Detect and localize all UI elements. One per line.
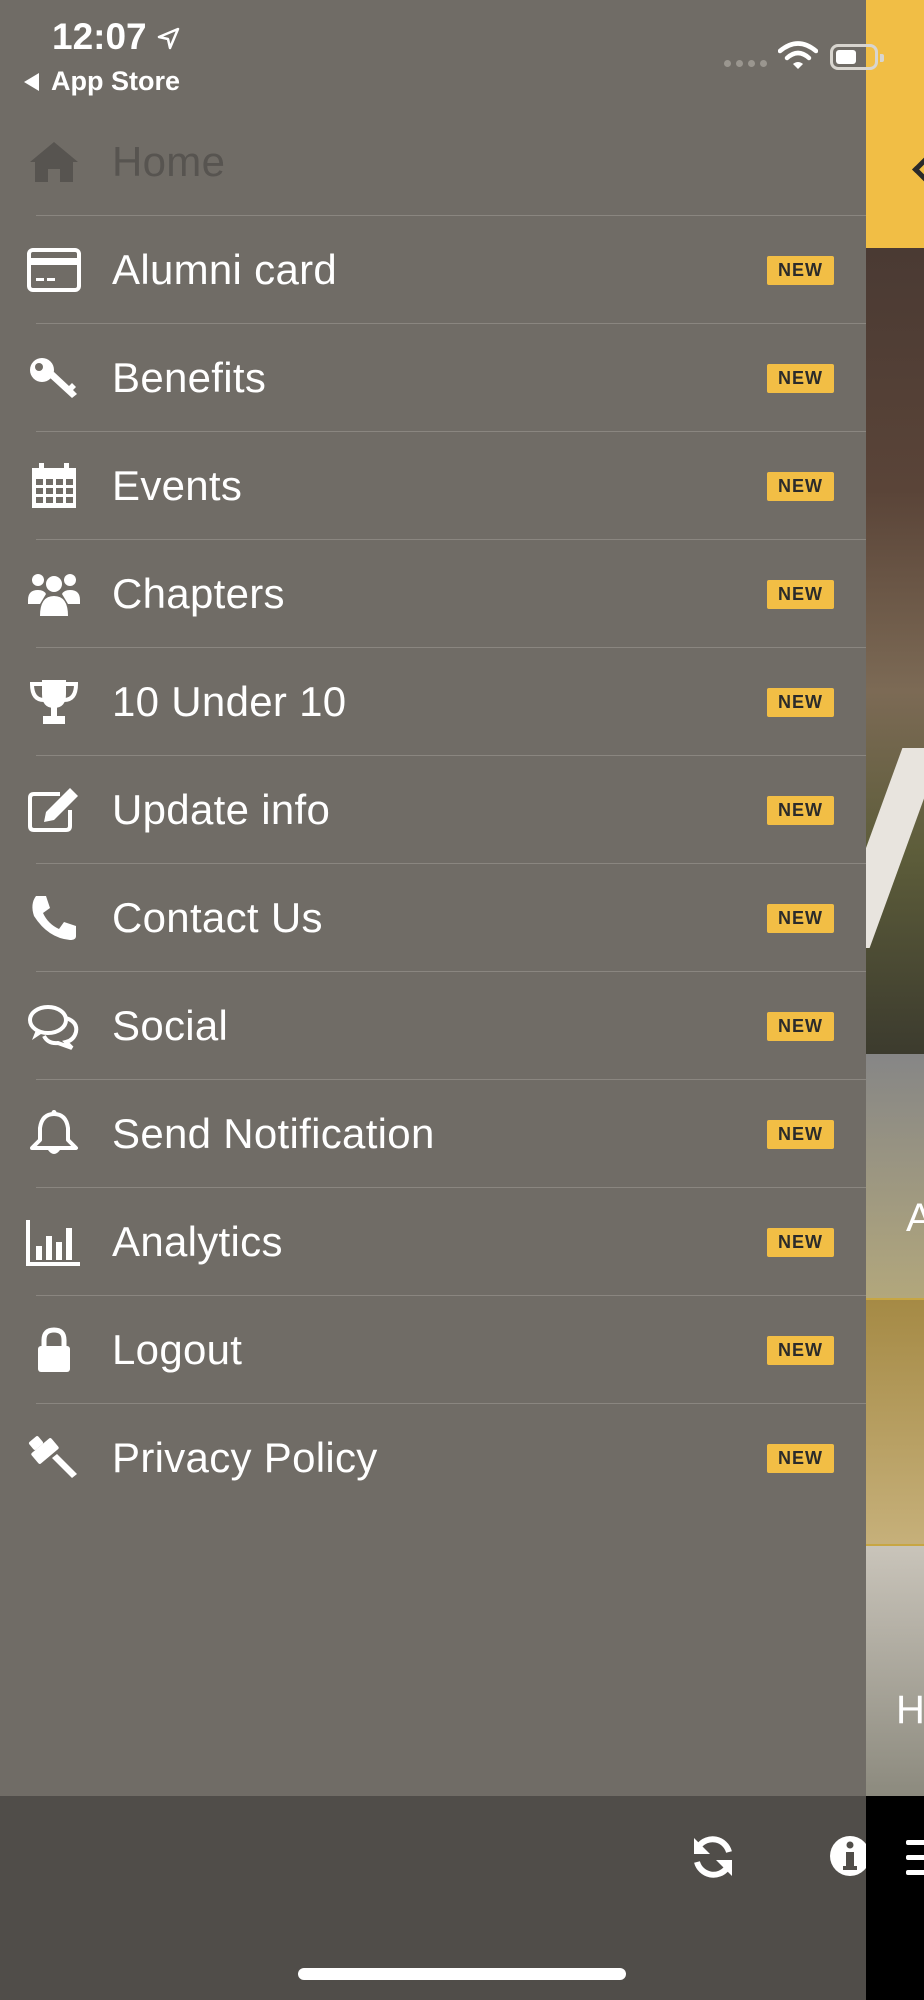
new-badge: NEW [767,1228,834,1257]
bell-icon [24,1110,84,1158]
menu-item-label: Alumni card [112,246,338,293]
new-badge: NEW [767,364,834,393]
menu-item-label: 10 Under 10 [112,678,347,725]
users-icon [24,570,84,618]
hamburger-menu-icon[interactable] [906,1840,924,1876]
gavel-icon [24,1434,84,1482]
menu-item-label: Home [112,138,226,185]
trophy-icon [24,678,84,726]
home-indicator[interactable] [298,1968,626,1980]
menu-item-label: Privacy Policy [112,1434,378,1481]
new-badge: NEW [767,256,834,285]
menu-item-benefits[interactable]: Benefits NEW [0,324,866,432]
menu-item-label: Contact Us [112,894,323,941]
home-icon [24,138,84,186]
new-badge: NEW [767,1120,834,1149]
new-badge: NEW [767,580,834,609]
tile-letter: H [896,1688,924,1732]
back-app-label: App Store [51,66,181,96]
background-tile: A [866,1054,924,1302]
background-tile [866,1300,924,1548]
menu-item-social[interactable]: Social NEW [0,972,866,1080]
new-badge: NEW [767,1444,834,1473]
menu-item-privacy-policy[interactable]: Privacy Policy NEW [0,1404,866,1512]
wifi-icon [778,41,818,69]
tile-letter: A [906,1196,924,1240]
chat-icon [24,1002,84,1050]
background-app: A H [866,0,924,2000]
new-badge: NEW [767,904,834,933]
menu-item-label: Update info [112,786,331,833]
location-arrow-icon [157,27,180,50]
card-icon [24,246,84,294]
edit-icon [24,786,84,834]
calendar-icon [24,462,84,510]
battery-icon [830,44,884,70]
menu-item-10-under-10[interactable]: 10 Under 10 NEW [0,648,866,756]
menu-item-send-notification[interactable]: Send Notification NEW [0,1080,866,1188]
menu-item-update-info[interactable]: Update info NEW [0,756,866,864]
menu-item-label: Chapters [112,570,285,617]
back-chevron-icon [912,156,924,183]
back-to-app-store[interactable]: App Store [24,66,180,97]
back-triangle-icon [24,72,39,91]
menu-item-analytics[interactable]: Analytics NEW [0,1188,866,1296]
menu-item-home[interactable]: Home [0,108,866,216]
status-bar: 12:07 App Store [0,0,924,110]
menu-item-label: Logout [112,1326,243,1373]
menu-list: Home Alumni card NEW Benefits NEW Events… [0,108,866,1512]
background-footer [866,1796,924,2000]
phone-icon [24,894,84,942]
menu-item-label: Benefits [112,354,267,401]
new-badge: NEW [767,472,834,501]
menu-item-events[interactable]: Events NEW [0,432,866,540]
new-badge: NEW [767,688,834,717]
status-time: 12:07 [52,16,147,57]
background-tile: H [866,1546,924,1796]
lock-icon [24,1326,84,1374]
cellular-signal-icon [724,60,767,67]
menu-item-label: Analytics [112,1218,283,1265]
menu-item-alumni-card[interactable]: Alumni card NEW [0,216,866,324]
refresh-icon[interactable] [688,1832,738,1882]
info-icon[interactable] [826,1832,866,1880]
new-badge: NEW [767,1336,834,1365]
menu-item-label: Send Notification [112,1110,435,1157]
new-badge: NEW [767,796,834,825]
bar-chart-icon [24,1218,84,1266]
new-badge: NEW [767,1012,834,1041]
menu-item-logout[interactable]: Logout NEW [0,1296,866,1404]
side-drawer: Home Alumni card NEW Benefits NEW Events… [0,0,866,1796]
key-icon [24,354,84,402]
menu-item-chapters[interactable]: Chapters NEW [0,540,866,648]
menu-item-label: Social [112,1002,229,1049]
background-photo [866,248,924,1054]
menu-item-contact-us[interactable]: Contact Us NEW [0,864,866,972]
menu-item-label: Events [112,462,243,509]
